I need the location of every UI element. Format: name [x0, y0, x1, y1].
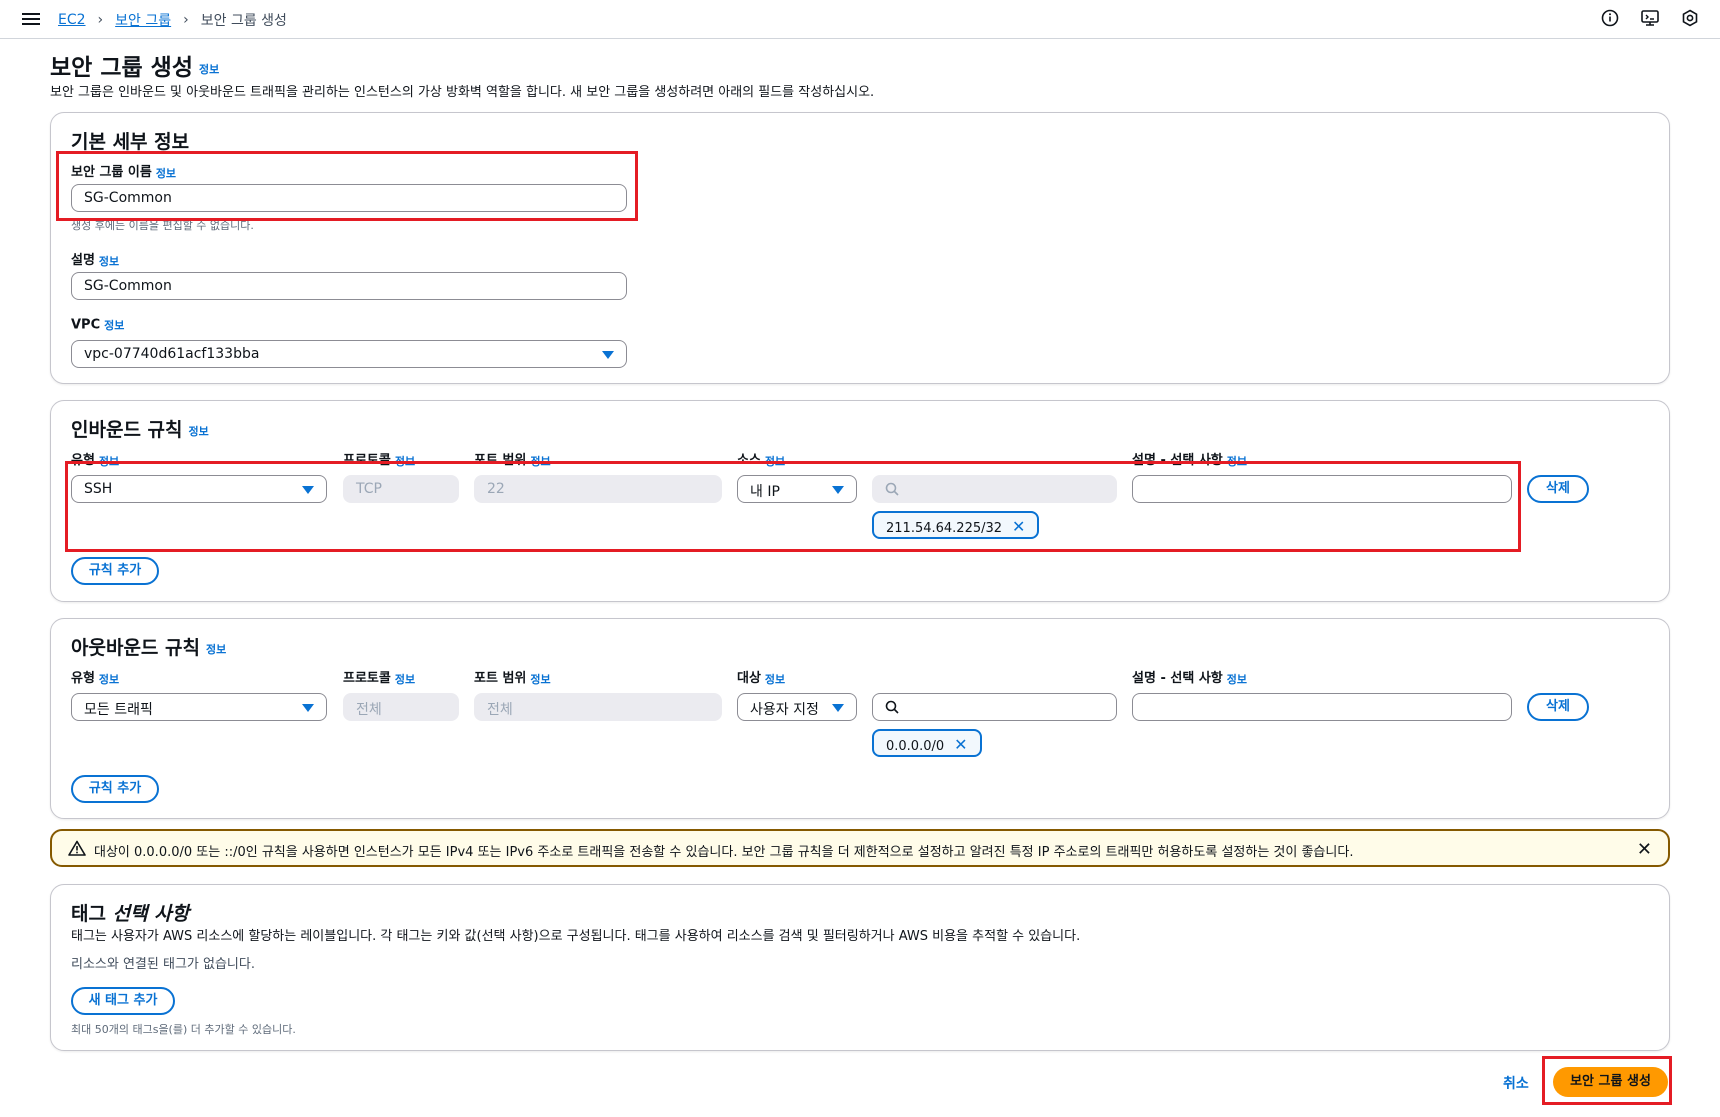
outbound-protocol-label-text: 프로토콜 — [343, 671, 391, 686]
tags-optional-text: 선택 사항 — [112, 903, 190, 925]
info-link[interactable]: 정보 — [99, 255, 119, 268]
warning-icon — [68, 840, 86, 856]
feedback-icon[interactable] — [1640, 8, 1660, 28]
outbound-destination-label: 대상 정보 — [737, 667, 785, 687]
search-icon — [885, 700, 899, 714]
outbound-rules-title: 아웃바운드 규칙 정보 — [71, 633, 226, 660]
settings-icon[interactable] — [1680, 8, 1700, 28]
breadcrumb-ec2[interactable]: EC2 — [58, 12, 86, 28]
close-icon[interactable]: ✕ — [954, 735, 967, 754]
header-icons — [1600, 8, 1700, 28]
highlight-create-button — [1542, 1056, 1672, 1105]
warning-text: 대상이 0.0.0.0/0 또는 ::/0인 규칙을 사용하면 인스턴스가 모든… — [94, 845, 1354, 860]
info-icon[interactable] — [1600, 8, 1620, 28]
outbound-description-label: 설명 - 선택 사항 정보 — [1132, 667, 1247, 687]
page-title: 보안 그룹 생성 정보 — [50, 48, 219, 82]
breadcrumb: EC2 › 보안 그룹 › 보안 그룹 생성 — [58, 10, 287, 30]
outbound-destination-label-text: 대상 — [737, 671, 761, 686]
warning-alert: 대상이 0.0.0.0/0 또는 ::/0인 규칙을 사용하면 인스턴스가 모든… — [50, 829, 1670, 867]
info-link[interactable]: 정보 — [530, 673, 550, 686]
outbound-cidr-value: 0.0.0.0/0 — [886, 739, 945, 754]
basic-details-title: 기본 세부 정보 — [71, 131, 190, 153]
inbound-rules-title: 인바운드 규칙 정보 — [71, 415, 209, 442]
info-link[interactable]: 정보 — [104, 319, 124, 332]
tags-panel: 태그 선택 사항 태그는 사용자가 AWS 리소스에 할당하는 레이블입니다. … — [50, 884, 1670, 1051]
outbound-protocol-label: 프로토콜 정보 — [343, 667, 415, 687]
add-new-tag-button[interactable]: 새 태그 추가 — [71, 987, 175, 1015]
highlight-inbound-rule-row — [65, 461, 1521, 552]
outbound-rules-panel: 아웃바운드 규칙 정보 유형 정보 프로토콜 정보 포트 범위 정보 대상 정보 설명 -… — [50, 618, 1670, 819]
outbound-destination-select[interactable]: 사용자 지정 — [737, 693, 857, 721]
tags-description: 태그는 사용자가 AWS 리소스에 할당하는 레이블입니다. 각 태그는 키와 … — [71, 929, 1081, 944]
description-label: 설명 정보 — [71, 249, 119, 269]
tags-title-text: 태그 — [71, 903, 106, 925]
breadcrumb-current: 보안 그룹 생성 — [200, 13, 287, 29]
outbound-destination-value: 사용자 지정 — [750, 702, 819, 718]
outbound-description-input[interactable] — [1132, 693, 1512, 721]
breadcrumb-security-groups[interactable]: 보안 그룹 — [115, 10, 171, 30]
inbound-add-rule-button[interactable]: 규칙 추가 — [71, 557, 159, 585]
caret-down-icon — [602, 351, 614, 359]
vpc-label-text: VPC — [71, 317, 101, 333]
highlight-name-field — [56, 151, 638, 221]
outbound-cidr-token: 0.0.0.0/0 ✕ — [872, 729, 982, 757]
info-link[interactable]: 정보 — [199, 63, 219, 76]
info-link[interactable]: 정보 — [206, 643, 226, 656]
outbound-type-select[interactable]: 모든 트래픽 — [71, 693, 327, 721]
info-link[interactable]: 정보 — [765, 673, 785, 686]
outbound-rules-title-text: 아웃바운드 규칙 — [71, 637, 200, 659]
description-label-text: 설명 — [71, 253, 95, 268]
outbound-cidr-search[interactable] — [872, 693, 1117, 721]
outbound-type-label-text: 유형 — [71, 671, 95, 686]
inbound-delete-button[interactable]: 삭제 — [1527, 475, 1589, 503]
description-input[interactable]: SG-Common — [71, 272, 627, 300]
close-icon[interactable]: ✕ — [1637, 839, 1652, 860]
outbound-type-label: 유형 정보 — [71, 667, 119, 687]
outbound-delete-button[interactable]: 삭제 — [1527, 693, 1589, 721]
vpc-value: vpc-07740d61acf133bba — [84, 346, 260, 362]
info-link[interactable]: 정보 — [395, 673, 415, 686]
caret-down-icon — [832, 704, 844, 712]
chevron-right-icon: › — [97, 12, 104, 28]
caret-down-icon — [302, 704, 314, 712]
outbound-add-rule-button[interactable]: 규칙 추가 — [71, 775, 159, 803]
info-link[interactable]: 정보 — [99, 673, 119, 686]
outbound-port-label: 포트 범위 정보 — [474, 667, 551, 687]
outbound-description-label-text: 설명 - 선택 사항 — [1132, 671, 1223, 686]
inbound-rules-title-text: 인바운드 규칙 — [71, 419, 183, 441]
top-navigation-bar: EC2 › 보안 그룹 › 보안 그룹 생성 — [0, 0, 1720, 39]
outbound-port-field: 전체 — [474, 693, 722, 721]
outbound-protocol-field: 전체 — [343, 693, 459, 721]
tags-title: 태그 선택 사항 — [71, 899, 189, 926]
page-title-text: 보안 그룹 생성 — [50, 55, 193, 81]
outbound-type-value: 모든 트래픽 — [84, 702, 153, 718]
vpc-label: VPC 정보 — [71, 317, 124, 333]
tags-limit-hint: 최대 50개의 태그s을(를) 더 추가할 수 있습니다. — [71, 1023, 296, 1036]
info-link[interactable]: 정보 — [1227, 673, 1247, 686]
cancel-button[interactable]: 취소 — [1503, 1073, 1529, 1093]
menu-icon[interactable] — [22, 10, 40, 26]
vpc-select[interactable]: vpc-07740d61acf133bba — [71, 340, 627, 368]
outbound-port-label-text: 포트 범위 — [474, 671, 527, 686]
tags-empty-text: 리소스와 연결된 태그가 없습니다. — [71, 957, 255, 972]
page-description: 보안 그룹은 인바운드 및 아웃바운드 트래픽을 관리하는 인스턴스의 가상 방… — [50, 85, 875, 100]
info-link[interactable]: 정보 — [189, 425, 209, 438]
chevron-right-icon: › — [183, 12, 189, 28]
